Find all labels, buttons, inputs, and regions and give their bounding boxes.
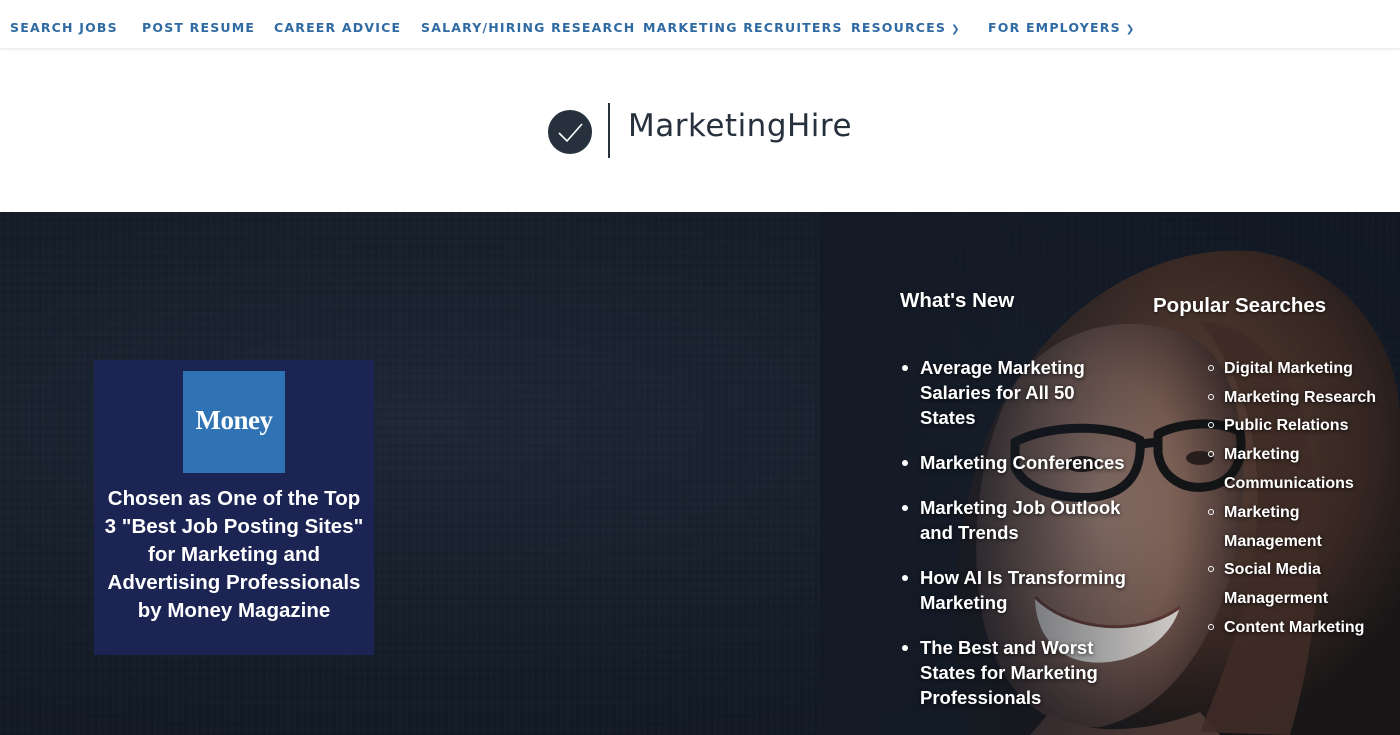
news-item-label: The Best and Worst States for Marketing … xyxy=(920,637,1098,708)
popular-searches-heading: Popular Searches xyxy=(1153,294,1327,317)
news-item-label: Marketing Conferences xyxy=(920,452,1125,473)
chevron-down-icon: ❯ xyxy=(951,24,961,35)
search-item-label: Content Marketing xyxy=(1224,619,1365,636)
search-item-label: Digital Marketing xyxy=(1224,360,1353,377)
chevron-down-icon: ❯ xyxy=(1125,24,1136,35)
news-item-label: Average Marketing Salaries for All 50 St… xyxy=(920,357,1085,428)
nav-search-jobs[interactable]: SEARCH JOBS xyxy=(10,20,118,35)
news-item-conferences[interactable]: Marketing Conferences xyxy=(900,450,1130,475)
nav-salary-hiring-research[interactable]: SALARY/HIRING RESEARCH xyxy=(421,20,635,35)
search-item-label: Marketing Management xyxy=(1224,504,1322,550)
circle-bullet-icon xyxy=(1208,566,1214,572)
checkmark-circle-icon xyxy=(548,110,592,154)
whats-new-heading: What's New xyxy=(900,289,1015,312)
search-marketing-research[interactable]: Marketing Research xyxy=(1208,383,1388,412)
circle-bullet-icon xyxy=(1208,394,1214,400)
circle-bullet-icon xyxy=(1208,422,1214,428)
money-award-badge: Money Chosen as One of the Top 3 "Best J… xyxy=(94,360,374,655)
search-content-marketing[interactable]: Content Marketing xyxy=(1208,613,1388,642)
news-item-ai[interactable]: How AI Is Transforming Marketing xyxy=(900,565,1130,615)
search-marketing-management[interactable]: Marketing Management xyxy=(1208,498,1358,556)
nav-post-resume[interactable]: POST RESUME xyxy=(142,20,255,35)
bullet-icon xyxy=(902,505,908,511)
circle-bullet-icon xyxy=(1208,365,1214,371)
top-navigation: SEARCH JOBS POST RESUME CAREER ADVICE SA… xyxy=(0,0,1400,48)
search-public-relations[interactable]: Public Relations xyxy=(1208,411,1388,440)
nav-for-employers-label: FOR EMPLOYERS xyxy=(988,20,1121,35)
news-item-salaries[interactable]: Average Marketing Salaries for All 50 St… xyxy=(900,355,1130,430)
nav-marketing-recruiters[interactable]: MARKETING RECRUITERS xyxy=(643,20,843,35)
nav-resources[interactable]: RESOURCES ❯ xyxy=(851,20,961,35)
search-item-label: Marketing Communications xyxy=(1224,446,1354,492)
brand-name: MarketingHire xyxy=(628,108,853,144)
logo-header: MarketingHire xyxy=(0,48,1400,212)
nav-resources-label: RESOURCES xyxy=(851,20,947,35)
nav-career-advice[interactable]: CAREER ADVICE xyxy=(274,20,401,35)
footer-hero: Money Chosen as One of the Top 3 "Best J… xyxy=(0,212,1400,735)
bullet-icon xyxy=(902,575,908,581)
search-social-media-management[interactable]: Social Media Managerment xyxy=(1208,555,1348,613)
circle-bullet-icon xyxy=(1208,509,1214,515)
search-digital-marketing[interactable]: Digital Marketing xyxy=(1208,354,1388,383)
money-logo-text: Money xyxy=(195,405,273,435)
news-item-label: How AI Is Transforming Marketing xyxy=(920,567,1126,613)
bullet-icon xyxy=(902,645,908,651)
bullet-icon xyxy=(902,365,908,371)
search-marketing-communications[interactable]: Marketing Communications xyxy=(1208,440,1358,498)
award-caption: Chosen as One of the Top 3 "Best Job Pos… xyxy=(104,487,364,622)
money-magazine-logo: Money xyxy=(183,371,285,473)
news-item-outlook[interactable]: Marketing Job Outlook and Trends xyxy=(900,495,1130,545)
logo-divider xyxy=(608,103,610,158)
search-item-label: Marketing Research xyxy=(1224,389,1377,406)
circle-bullet-icon xyxy=(1208,624,1214,630)
news-item-label: Marketing Job Outlook and Trends xyxy=(920,497,1121,543)
nav-for-employers[interactable]: FOR EMPLOYERS ❯ xyxy=(988,20,1135,35)
bullet-icon xyxy=(902,460,908,466)
search-item-label: Social Media Managerment xyxy=(1224,561,1329,607)
search-item-label: Public Relations xyxy=(1224,417,1349,434)
news-item-best-worst-states[interactable]: The Best and Worst States for Marketing … xyxy=(900,635,1130,710)
circle-bullet-icon xyxy=(1208,451,1214,457)
